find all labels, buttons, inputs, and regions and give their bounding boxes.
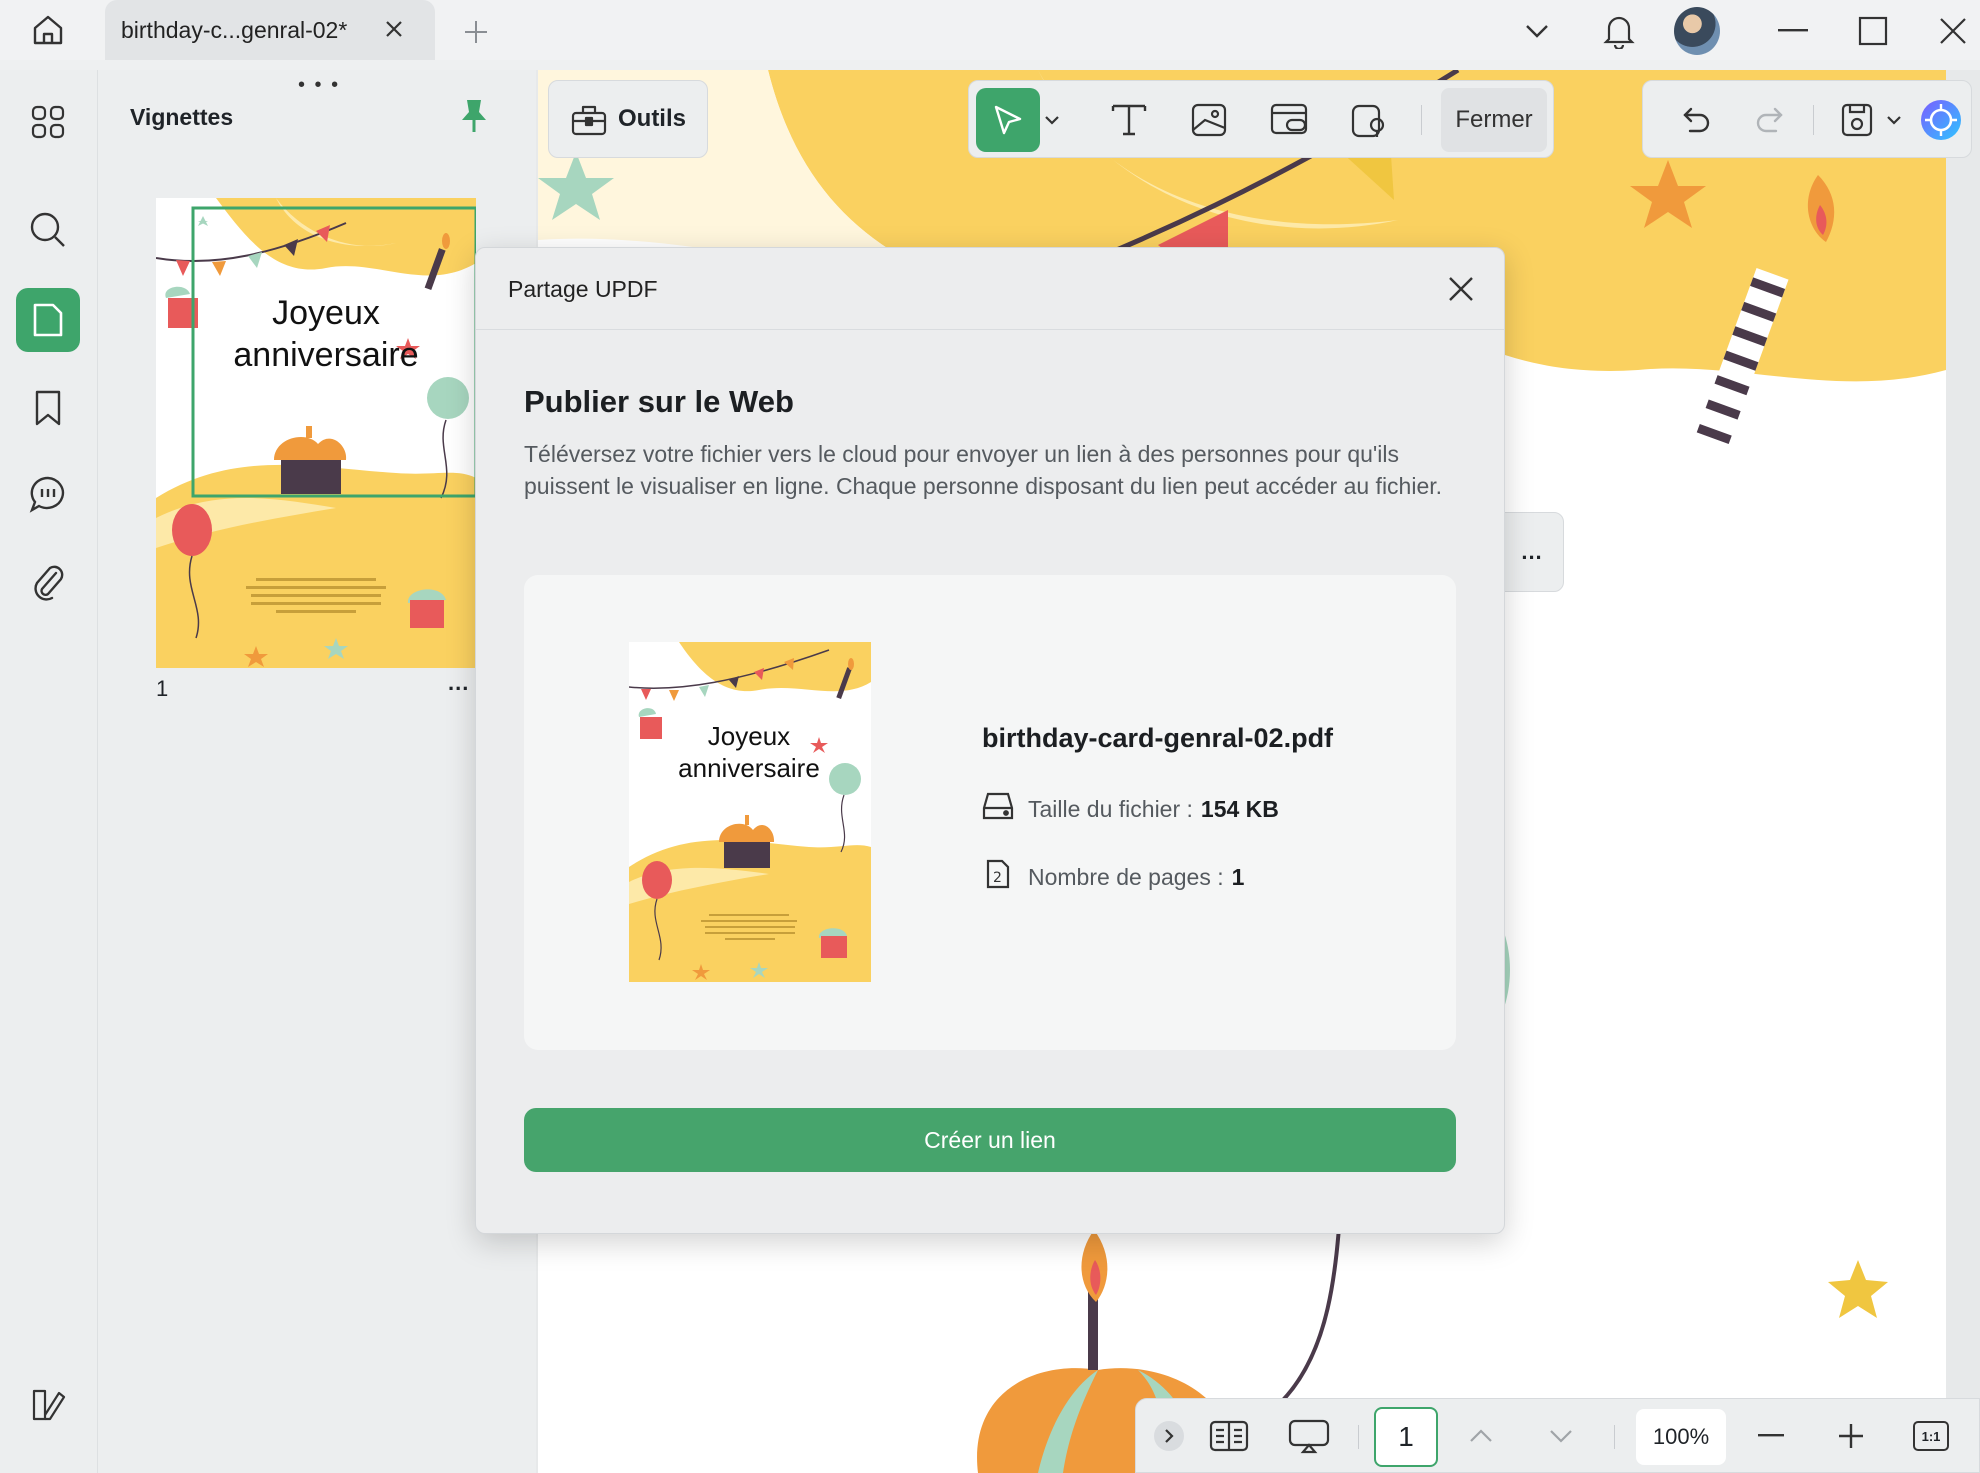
dialog-header: Partage UPDF xyxy=(476,248,1504,330)
file-preview-image: Joyeux anniversaire xyxy=(628,642,871,982)
svg-text:2: 2 xyxy=(993,870,1002,886)
zoom-in-icon[interactable] xyxy=(1826,1411,1876,1461)
cursor-icon xyxy=(994,105,1022,135)
page-count-value: 1 xyxy=(1231,863,1245,890)
page-count-row: 2 Nombre de pages : 1 xyxy=(982,858,1244,896)
expand-panel-icon[interactable] xyxy=(1144,1411,1194,1461)
new-tab-icon[interactable] xyxy=(458,14,494,50)
undo-icon[interactable] xyxy=(1665,88,1729,152)
zoom-out-icon[interactable] xyxy=(1746,1411,1796,1461)
page-number-input[interactable]: 1 xyxy=(1374,1407,1438,1467)
chevron-down-icon[interactable] xyxy=(1037,88,1067,152)
thumbnail-panel: • • • Vignettes Joyeux anniversaire 1 ..… xyxy=(98,70,536,1473)
file-size-row: Taille du fichier : 154 KB xyxy=(982,791,1279,827)
bookmark-icon[interactable] xyxy=(16,376,80,440)
minimize-icon[interactable] xyxy=(1770,8,1816,54)
zoom-level[interactable]: 100% xyxy=(1636,1409,1726,1465)
thumbnail-more-button[interactable]: ... xyxy=(448,670,469,696)
panel-title: Vignettes xyxy=(130,104,234,130)
title-bar: birthday-c...genral-02* xyxy=(0,0,1980,60)
redo-icon[interactable] xyxy=(1737,88,1801,152)
ai-assistant-icon[interactable] xyxy=(1909,88,1973,152)
tab-title: birthday-c...genral-02* xyxy=(121,16,348,43)
thumbnail-page-number: 1 xyxy=(156,676,169,701)
maximize-icon[interactable] xyxy=(1850,8,1896,54)
close-tab-icon[interactable] xyxy=(379,14,409,44)
select-tool-button[interactable] xyxy=(976,88,1040,152)
page-count-label: Nombre de pages : xyxy=(1028,863,1224,890)
edit-toolbar: Fermer xyxy=(968,80,1554,158)
previous-page-icon[interactable] xyxy=(1456,1411,1506,1461)
close-window-icon[interactable] xyxy=(1930,8,1976,54)
chevron-down-icon[interactable] xyxy=(1514,8,1560,54)
tools-label: Outils xyxy=(617,105,686,132)
home-icon[interactable] xyxy=(26,8,70,52)
file-name: birthday-card-genral-02.pdf xyxy=(982,723,1334,753)
bell-icon[interactable] xyxy=(1596,8,1642,54)
dialog-title: Partage UPDF xyxy=(508,276,658,302)
comment-icon[interactable] xyxy=(16,462,80,526)
presentation-icon[interactable] xyxy=(1284,1411,1334,1461)
avatar[interactable] xyxy=(1674,7,1720,55)
search-icon[interactable] xyxy=(16,198,80,262)
history-toolbar xyxy=(1642,80,1972,158)
actual-size-label: 1:1 xyxy=(1913,1421,1949,1451)
stamp-tool-icon[interactable] xyxy=(1337,88,1401,152)
drive-icon xyxy=(982,791,1014,827)
file-size-value: 154 KB xyxy=(1200,795,1279,822)
file-size-label: Taille du fichier : xyxy=(1028,795,1193,822)
attachment-icon[interactable] xyxy=(16,550,80,614)
close-icon[interactable] xyxy=(1440,268,1482,310)
close-edit-button[interactable]: Fermer xyxy=(1441,88,1547,152)
text-tool-icon[interactable] xyxy=(1097,88,1161,152)
edit-pages-icon[interactable] xyxy=(16,1372,80,1436)
dialog-description: Téléversez votre fichier vers le cloud p… xyxy=(524,441,1443,499)
grid-icon[interactable] xyxy=(16,90,80,154)
pin-icon[interactable] xyxy=(454,96,494,136)
link-tool-icon[interactable] xyxy=(1257,88,1321,152)
reading-mode-icon[interactable] xyxy=(1204,1411,1254,1461)
tools-button[interactable]: Outils xyxy=(548,80,708,158)
left-rail xyxy=(0,70,98,1473)
toolbox-icon xyxy=(571,105,607,136)
text-box-more-button[interactable]: ... xyxy=(1500,512,1564,592)
dialog-heading: Publier sur le Web xyxy=(524,384,794,419)
image-tool-icon[interactable] xyxy=(1177,88,1241,152)
share-dialog: Partage UPDF Publier sur le Web Télévers… xyxy=(475,247,1505,1234)
file-info-card: Joyeux anniversaire birthday-card-genral… xyxy=(524,575,1456,1050)
next-page-icon[interactable] xyxy=(1536,1411,1586,1461)
chevron-down-icon[interactable] xyxy=(1879,88,1909,152)
preview-text-line2: anniversaire xyxy=(678,753,820,783)
actual-size-button[interactable]: 1:1 xyxy=(1906,1411,1956,1461)
page-count-icon: 2 xyxy=(982,858,1014,896)
page-icon[interactable] xyxy=(16,288,80,352)
bottom-toolbar: 1 100% 1:1 xyxy=(1135,1398,1980,1473)
document-tab[interactable]: birthday-c...genral-02* xyxy=(105,0,435,60)
preview-text-line1: Joyeux xyxy=(707,721,791,751)
panel-resize-handle[interactable]: • • • xyxy=(298,74,340,97)
create-link-button[interactable]: Créer un lien xyxy=(524,1108,1456,1172)
